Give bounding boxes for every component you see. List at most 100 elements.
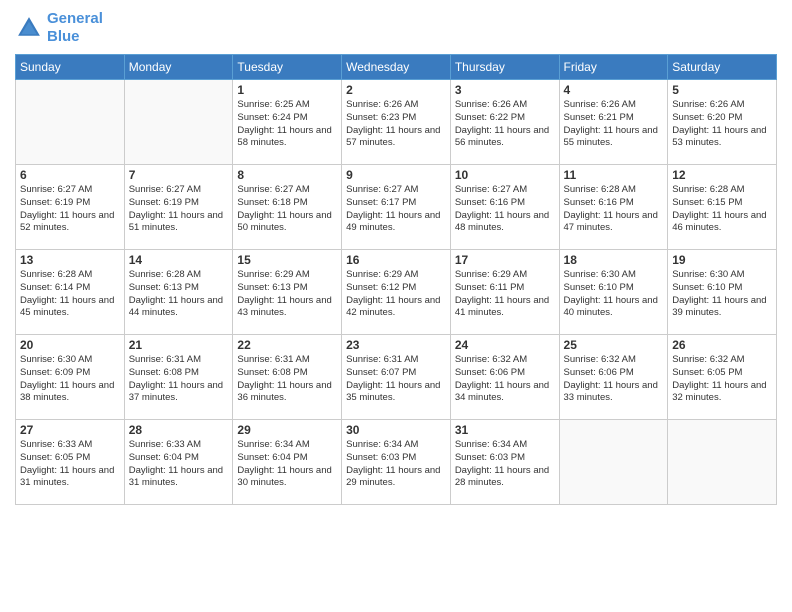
day-number: 29: [237, 423, 337, 437]
logo: General Blue: [15, 10, 103, 46]
calendar-cell: 14Sunrise: 6:28 AMSunset: 6:13 PMDayligh…: [124, 250, 233, 335]
calendar-cell: 22 Sunrise: 6:31 AMSunset: 6:08 PMDayligh…: [233, 335, 342, 420]
weekday-header: Sunday: [16, 55, 125, 80]
weekday-header: Wednesday: [342, 55, 451, 80]
day-number: 22: [237, 338, 337, 352]
calendar-cell: 25 Sunrise: 6:32 AMSunset: 6:06 PMDayligh…: [559, 335, 668, 420]
calendar-cell: 3Sunrise: 6:26 AMSunset: 6:22 PMDaylight…: [450, 80, 559, 165]
day-number: 4: [564, 83, 664, 97]
calendar-cell: 2 Sunrise: 6:26 AMSunset: 6:23 PMDaylight…: [342, 80, 451, 165]
day-info: Sunrise: 6:26 AMSunset: 6:20 PMDaylight:…: [672, 99, 772, 150]
day-info: Sunrise: 6:32 AMSunset: 6:06 PMDaylight:…: [455, 354, 555, 405]
day-number: 28: [129, 423, 229, 437]
weekday-header: Friday: [559, 55, 668, 80]
day-info: Sunrise: 6:34 AMSunset: 6:04 PMDaylight:…: [237, 439, 337, 490]
day-number: 19: [672, 253, 772, 267]
calendar-cell: 16 Sunrise: 6:29 AMSunset: 6:12 PMDayligh…: [342, 250, 451, 335]
calendar-cell: [124, 80, 233, 165]
day-info: Sunrise: 6:26 AMSunset: 6:22 PMDaylight:…: [455, 99, 555, 150]
weekday-header: Tuesday: [233, 55, 342, 80]
calendar-cell: 12 Sunrise: 6:28 AMSunset: 6:15 PMDayligh…: [668, 165, 777, 250]
day-number: 16: [346, 253, 446, 267]
calendar-cell: 11 Sunrise: 6:28 AMSunset: 6:16 PMDayligh…: [559, 165, 668, 250]
day-info: Sunrise: 6:33 AMSunset: 6:04 PMDaylight:…: [129, 439, 229, 490]
calendar-cell: 7 Sunrise: 6:27 AMSunset: 6:19 PMDaylight…: [124, 165, 233, 250]
day-number: 20: [20, 338, 120, 352]
day-number: 27: [20, 423, 120, 437]
day-info: Sunrise: 6:34 AMSunset: 6:03 PMDaylight:…: [455, 439, 555, 490]
weekday-header-row: SundayMondayTuesdayWednesdayThursdayFrid…: [16, 55, 777, 80]
calendar-cell: 20Sunrise: 6:30 AMSunset: 6:09 PMDayligh…: [16, 335, 125, 420]
day-info: Sunrise: 6:33 AMSunset: 6:05 PMDaylight:…: [20, 439, 120, 490]
day-info: Sunrise: 6:30 AMSunset: 6:10 PMDaylight:…: [672, 269, 772, 320]
day-info: Sunrise: 6:34 AMSunset: 6:03 PMDaylight:…: [346, 439, 446, 490]
page: General Blue SundayMondayTuesdayWednesda…: [0, 0, 792, 612]
day-info: Sunrise: 6:32 AMSunset: 6:05 PMDaylight:…: [672, 354, 772, 405]
week-row: 13Sunrise: 6:28 AMSunset: 6:14 PMDayligh…: [16, 250, 777, 335]
calendar-cell: 13Sunrise: 6:28 AMSunset: 6:14 PMDayligh…: [16, 250, 125, 335]
day-info: Sunrise: 6:32 AMSunset: 6:06 PMDaylight:…: [564, 354, 664, 405]
day-info: Sunrise: 6:26 AMSunset: 6:23 PMDaylight:…: [346, 99, 446, 150]
day-number: 17: [455, 253, 555, 267]
day-info: Sunrise: 6:27 AMSunset: 6:18 PMDaylight:…: [237, 184, 337, 235]
day-number: 7: [129, 168, 229, 182]
day-info: Sunrise: 6:30 AMSunset: 6:10 PMDaylight:…: [564, 269, 664, 320]
day-number: 8: [237, 168, 337, 182]
day-number: 5: [672, 83, 772, 97]
day-number: 31: [455, 423, 555, 437]
day-info: Sunrise: 6:27 AMSunset: 6:19 PMDaylight:…: [20, 184, 120, 235]
day-number: 2: [346, 83, 446, 97]
day-number: 11: [564, 168, 664, 182]
calendar-cell: 18 Sunrise: 6:30 AMSunset: 6:10 PMDayligh…: [559, 250, 668, 335]
day-number: 23: [346, 338, 446, 352]
day-info: Sunrise: 6:28 AMSunset: 6:16 PMDaylight:…: [564, 184, 664, 235]
calendar-cell: [16, 80, 125, 165]
calendar-table: SundayMondayTuesdayWednesdayThursdayFrid…: [15, 54, 777, 505]
header: General Blue: [15, 10, 777, 46]
calendar-cell: 5 Sunrise: 6:26 AMSunset: 6:20 PMDaylight…: [668, 80, 777, 165]
calendar-cell: 21 Sunrise: 6:31 AMSunset: 6:08 PMDayligh…: [124, 335, 233, 420]
day-info: Sunrise: 6:29 AMSunset: 6:13 PMDaylight:…: [237, 269, 337, 320]
day-info: Sunrise: 6:29 AMSunset: 6:12 PMDaylight:…: [346, 269, 446, 320]
day-number: 24: [455, 338, 555, 352]
day-number: 1: [237, 83, 337, 97]
day-info: Sunrise: 6:26 AMSunset: 6:21 PMDaylight:…: [564, 99, 664, 150]
day-number: 12: [672, 168, 772, 182]
calendar-cell: 19 Sunrise: 6:30 AMSunset: 6:10 PMDayligh…: [668, 250, 777, 335]
day-number: 25: [564, 338, 664, 352]
day-info: Sunrise: 6:31 AMSunset: 6:08 PMDaylight:…: [237, 354, 337, 405]
calendar-cell: 6 Sunrise: 6:27 AMSunset: 6:19 PMDaylight…: [16, 165, 125, 250]
day-info: Sunrise: 6:29 AMSunset: 6:11 PMDaylight:…: [455, 269, 555, 320]
day-info: Sunrise: 6:27 AMSunset: 6:19 PMDaylight:…: [129, 184, 229, 235]
calendar-cell: 29 Sunrise: 6:34 AMSunset: 6:04 PMDayligh…: [233, 420, 342, 505]
weekday-header: Thursday: [450, 55, 559, 80]
calendar-cell: 15 Sunrise: 6:29 AMSunset: 6:13 PMDayligh…: [233, 250, 342, 335]
day-info: Sunrise: 6:28 AMSunset: 6:14 PMDaylight:…: [20, 269, 120, 320]
day-info: Sunrise: 6:28 AMSunset: 6:15 PMDaylight:…: [672, 184, 772, 235]
day-info: Sunrise: 6:25 AMSunset: 6:24 PMDaylight:…: [237, 99, 337, 150]
calendar-cell: 26Sunrise: 6:32 AMSunset: 6:05 PMDayligh…: [668, 335, 777, 420]
weekday-header: Saturday: [668, 55, 777, 80]
calendar-cell: 10Sunrise: 6:27 AMSunset: 6:16 PMDayligh…: [450, 165, 559, 250]
logo-text: General Blue: [47, 10, 103, 46]
weekday-header: Monday: [124, 55, 233, 80]
calendar-cell: 23 Sunrise: 6:31 AMSunset: 6:07 PMDayligh…: [342, 335, 451, 420]
day-number: 15: [237, 253, 337, 267]
day-number: 18: [564, 253, 664, 267]
day-number: 21: [129, 338, 229, 352]
week-row: 20Sunrise: 6:30 AMSunset: 6:09 PMDayligh…: [16, 335, 777, 420]
day-info: Sunrise: 6:27 AMSunset: 6:17 PMDaylight:…: [346, 184, 446, 235]
calendar-cell: 8 Sunrise: 6:27 AMSunset: 6:18 PMDaylight…: [233, 165, 342, 250]
day-number: 6: [20, 168, 120, 182]
calendar-cell: 24 Sunrise: 6:32 AMSunset: 6:06 PMDayligh…: [450, 335, 559, 420]
calendar-cell: 1 Sunrise: 6:25 AMSunset: 6:24 PMDaylight…: [233, 80, 342, 165]
day-number: 14: [129, 253, 229, 267]
calendar-cell: 28 Sunrise: 6:33 AMSunset: 6:04 PMDayligh…: [124, 420, 233, 505]
calendar-cell: 4 Sunrise: 6:26 AMSunset: 6:21 PMDaylight…: [559, 80, 668, 165]
day-info: Sunrise: 6:31 AMSunset: 6:07 PMDaylight:…: [346, 354, 446, 405]
day-number: 10: [455, 168, 555, 182]
calendar-cell: [559, 420, 668, 505]
day-number: 30: [346, 423, 446, 437]
day-info: Sunrise: 6:31 AMSunset: 6:08 PMDaylight:…: [129, 354, 229, 405]
logo-icon: [15, 14, 43, 42]
